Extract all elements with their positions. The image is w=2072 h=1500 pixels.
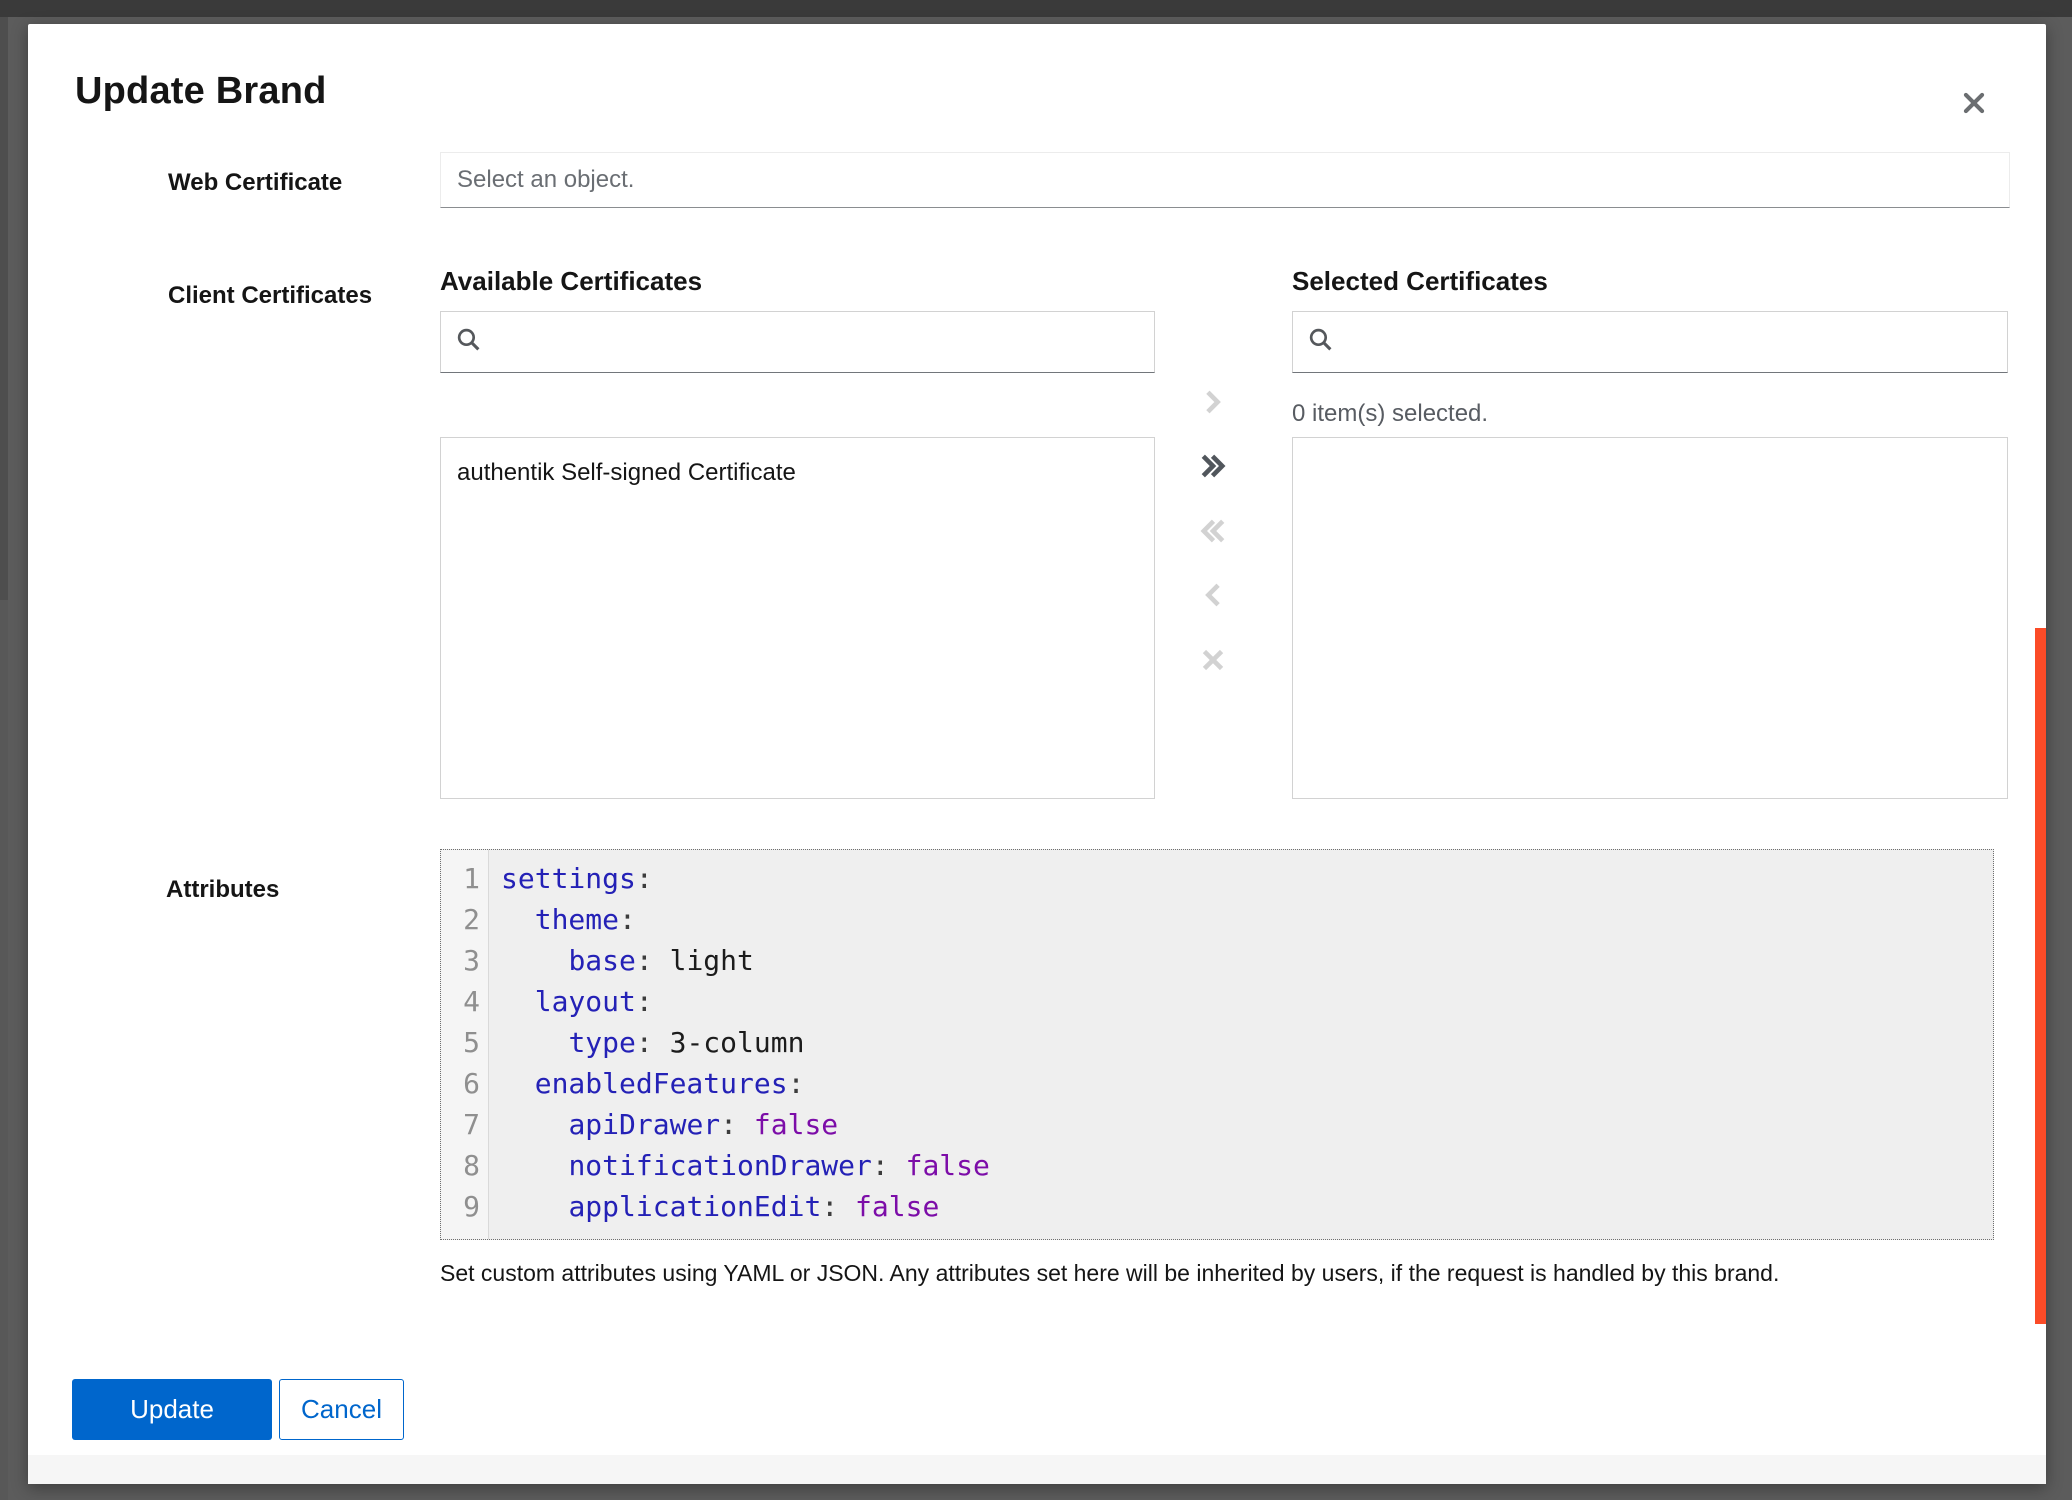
editor-line-number-gutter: 123456789 — [441, 850, 489, 1239]
search-icon — [455, 326, 482, 358]
attributes-code-editor[interactable]: 123456789 settings: theme: base: light l… — [440, 849, 1994, 1240]
transfer-remove-all-button[interactable] — [1191, 510, 1235, 554]
search-icon — [1307, 326, 1334, 358]
code-line: layout: — [501, 981, 1993, 1022]
code-line: theme: — [501, 899, 1993, 940]
cancel-button[interactable]: Cancel — [279, 1379, 404, 1440]
update-button[interactable]: Update — [72, 1379, 272, 1440]
angle-right-icon — [1198, 387, 1228, 420]
attributes-label: Attributes — [166, 876, 279, 904]
line-number: 3 — [441, 940, 480, 981]
selected-search — [1292, 311, 2008, 373]
close-button[interactable] — [1952, 82, 1996, 126]
background-sidebar-strip-lower — [0, 600, 8, 1500]
list-item[interactable]: authentik Self-signed Certificate — [441, 438, 1154, 500]
available-search-input[interactable] — [494, 328, 1140, 356]
attributes-help-text: Set custom attributes using YAML or JSON… — [440, 1260, 2000, 1287]
modal-footer-strip — [28, 1455, 2046, 1484]
transfer-clear-button[interactable] — [1191, 639, 1235, 683]
code-line: base: light — [501, 940, 1993, 981]
editor-code-area[interactable]: settings: theme: base: light layout: typ… — [489, 850, 1993, 1239]
background-top-bar — [0, 0, 2072, 17]
modal-scrollbar-thumb[interactable] — [2035, 628, 2046, 1324]
transfer-add-all-button[interactable] — [1191, 446, 1235, 490]
client-certificates-label: Client Certificates — [168, 282, 372, 310]
line-number: 8 — [441, 1145, 480, 1186]
web-certificate-select[interactable] — [440, 152, 2010, 208]
available-search — [440, 311, 1155, 373]
angle-left-icon — [1198, 580, 1228, 613]
close-icon — [1959, 88, 1989, 121]
selected-certificates-heading: Selected Certificates — [1292, 266, 1548, 297]
code-line: settings: — [501, 858, 1993, 899]
line-number: 7 — [441, 1104, 480, 1145]
transfer-remove-selected-button[interactable] — [1191, 575, 1235, 619]
line-number: 2 — [441, 899, 480, 940]
web-certificate-label: Web Certificate — [168, 169, 342, 197]
cross-icon — [1198, 645, 1228, 678]
line-number: 5 — [441, 1022, 480, 1063]
line-number: 9 — [441, 1186, 480, 1227]
code-line: enabledFeatures: — [501, 1063, 1993, 1104]
line-number: 1 — [441, 858, 480, 899]
available-certificates-list[interactable]: authentik Self-signed Certificate — [440, 437, 1155, 799]
selected-certificates-list[interactable] — [1292, 437, 2008, 799]
angle-double-right-icon — [1198, 451, 1228, 484]
selected-search-input[interactable] — [1346, 328, 1993, 356]
available-certificates-heading: Available Certificates — [440, 266, 702, 297]
code-line: type: 3-column — [501, 1022, 1993, 1063]
angle-double-left-icon — [1198, 516, 1228, 549]
line-number: 6 — [441, 1063, 480, 1104]
selected-count-status: 0 item(s) selected. — [1292, 400, 1488, 428]
transfer-controls — [1191, 381, 1235, 683]
line-number: 4 — [441, 981, 480, 1022]
code-line: applicationEdit: false — [501, 1186, 1993, 1227]
code-line: apiDrawer: false — [501, 1104, 1993, 1145]
page-background: Update Brand Web Certificate Client Cert… — [0, 0, 2072, 1500]
transfer-add-selected-button[interactable] — [1191, 381, 1235, 425]
code-line: notificationDrawer: false — [501, 1145, 1993, 1186]
update-brand-modal: Update Brand Web Certificate Client Cert… — [28, 24, 2046, 1484]
modal-title: Update Brand — [75, 70, 327, 113]
background-sidebar-strip — [0, 17, 8, 600]
